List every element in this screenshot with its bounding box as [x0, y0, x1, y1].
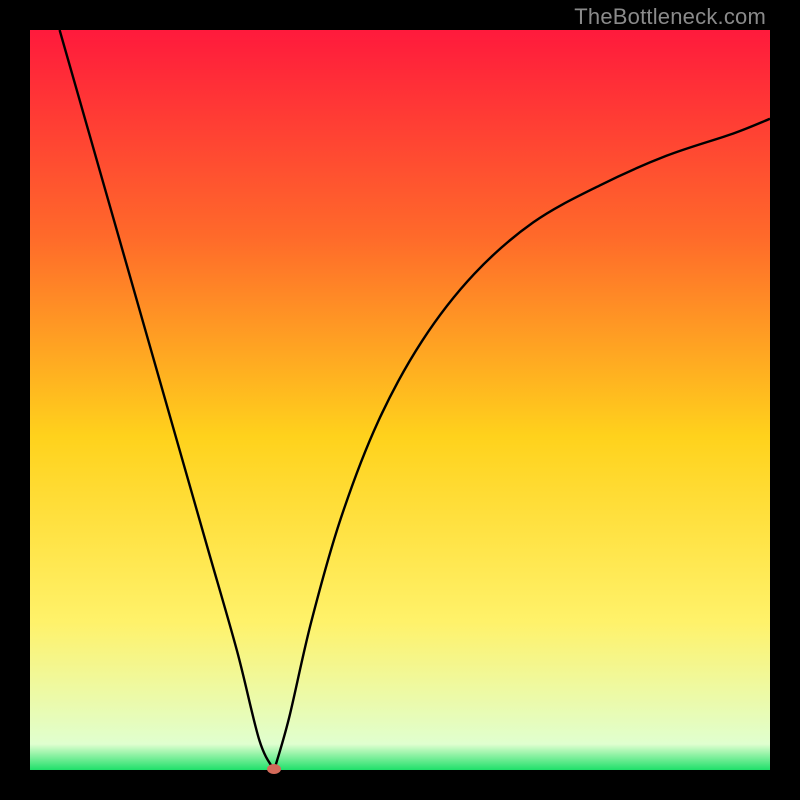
chart-frame: TheBottleneck.com	[0, 0, 800, 800]
plot-area	[30, 30, 770, 770]
watermark-text: TheBottleneck.com	[574, 4, 766, 30]
background-gradient	[30, 30, 770, 770]
